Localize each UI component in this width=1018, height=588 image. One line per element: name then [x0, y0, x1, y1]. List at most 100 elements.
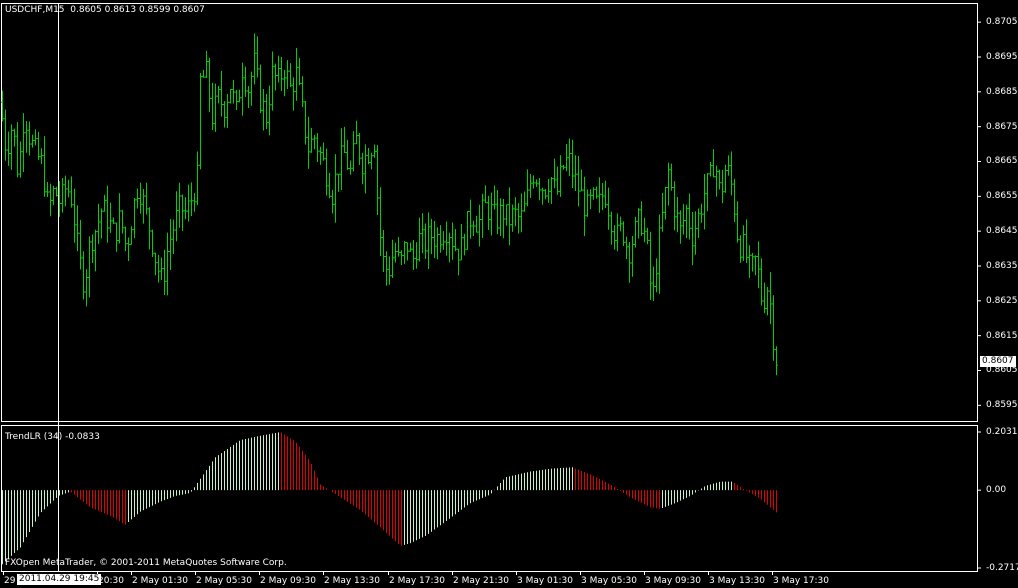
ohlc-bar: [550, 176, 553, 204]
ohlc-bar: [310, 127, 313, 153]
ohlc-bar: [298, 58, 301, 86]
ohlc-bar: [676, 197, 679, 233]
price-panel-frame: [1, 3, 978, 422]
ohlc-bar: [31, 134, 34, 148]
ohlc-bar: [4, 109, 7, 161]
chart-canvas[interactable]: [0, 0, 1018, 588]
ohlc-bar: [619, 216, 622, 232]
ohlc-bar: [328, 172, 331, 199]
ohlc-bar: [565, 143, 568, 172]
ohlc-bar: [622, 221, 625, 246]
ohlc-bar: [688, 193, 691, 240]
ohlc-bar: [586, 189, 589, 217]
ohlc-bar: [538, 178, 541, 201]
ohlc-bar: [187, 184, 190, 222]
ohlc-bar: [511, 204, 514, 232]
ohlc-bar: [262, 88, 265, 131]
ohlc-bar: [295, 48, 298, 101]
ohlc-bar: [712, 149, 715, 178]
ohlc-bar: [169, 219, 172, 271]
price-axis-label: 0.8635: [986, 260, 1018, 271]
ohlc-bar: [82, 251, 85, 300]
ohlc-bar: [184, 197, 187, 220]
ohlc-bar: [610, 211, 613, 245]
ohlc-bar: [130, 226, 133, 245]
ohlc-bar: [76, 205, 79, 252]
ohlc-bar: [655, 258, 658, 293]
ohlc-bar: [193, 193, 196, 212]
ohlc-bar: [721, 169, 724, 204]
ohlc-bar: [574, 155, 577, 192]
ohlc-bar: [313, 134, 316, 150]
ohlc-bar: [334, 154, 337, 223]
metatrader-chart-window[interactable]: USDCHF,M15 0.8605 0.8613 0.8599 0.8607 T…: [0, 0, 1018, 588]
ohlc-bar: [73, 188, 76, 243]
ohlc-bar: [418, 217, 421, 262]
ohlc-bar: [106, 185, 109, 243]
ohlc-bar: [502, 198, 505, 239]
ohlc-bar: [433, 220, 436, 259]
ohlc-bar: [118, 193, 121, 244]
ohlc-bar: [505, 204, 508, 226]
ohlc-bar: [322, 142, 325, 161]
ohlc-bar: [121, 209, 124, 234]
ohlc-bar: [634, 216, 637, 248]
ohlc-bar: [601, 183, 604, 211]
ohlc-bar: [658, 214, 661, 294]
ohlc-bar: [202, 69, 205, 78]
ohlc-bar: [331, 189, 334, 214]
ohlc-bar: [160, 257, 163, 280]
ohlc-bar: [67, 179, 70, 198]
ohlc-bar: [145, 182, 148, 215]
ohlc-bar: [46, 181, 49, 197]
ohlc-bar: [148, 207, 151, 250]
ohlc-bar: [541, 187, 544, 205]
indicator-axis-label: 0.2031: [986, 427, 1018, 437]
ohlc-bar: [706, 173, 709, 212]
ohlc-bar: [478, 204, 481, 247]
time-axis-label: 3 May 17:30: [773, 576, 829, 586]
ohlc-bar: [214, 83, 217, 132]
ohlc-bar: [124, 226, 127, 252]
ohlc-bar: [748, 245, 751, 278]
ohlc-bar: [34, 129, 37, 146]
ohlc-bar: [673, 181, 676, 231]
ohlc-bar: [730, 151, 733, 196]
ohlc-bar: [583, 176, 586, 237]
price-axis-label: 0.8695: [986, 51, 1018, 62]
price-axis-label: 0.8595: [986, 400, 1018, 411]
ohlc-bar: [406, 242, 409, 261]
ohlc-bar: [463, 233, 466, 256]
time-axis-label: 3 May 01:30: [517, 576, 573, 586]
ohlc-bar: [580, 169, 583, 192]
ohlc-bar: [325, 148, 328, 196]
ohlc-bar: [25, 120, 28, 153]
ohlc-bar: [715, 165, 718, 197]
ohlc-bar: [355, 120, 358, 145]
ohlc-bar: [163, 249, 166, 296]
ohlc-bar: [181, 194, 184, 232]
time-axis-label: 2 May 09:30: [260, 576, 316, 586]
ohlc-bar: [598, 177, 601, 213]
ohlc-bar: [733, 178, 736, 222]
ohlc-bar: [364, 144, 367, 194]
ohlc-bar: [244, 66, 247, 97]
ohlc-bar: [208, 57, 211, 113]
ohlc-bar: [682, 203, 685, 235]
ohlc-bar: [472, 220, 475, 237]
ohlc-bar: [613, 225, 616, 250]
ohlc-bar: [139, 182, 142, 214]
ohlc-bar: [403, 241, 406, 264]
ohlc-bar: [535, 179, 538, 187]
ohlc-bar: [259, 64, 262, 114]
ohlc-bar: [667, 162, 670, 206]
ohlc-bar: [346, 139, 349, 170]
ohlc-bar: [568, 138, 571, 176]
ohlc-bar: [526, 169, 529, 207]
ohlc-bar: [394, 242, 397, 263]
ohlc-bar: [175, 191, 178, 242]
ohlc-bar: [349, 160, 352, 175]
ohlc-bar: [772, 295, 775, 361]
trendlr-histogram: [2, 432, 777, 565]
ohlc-bar: [760, 258, 763, 306]
